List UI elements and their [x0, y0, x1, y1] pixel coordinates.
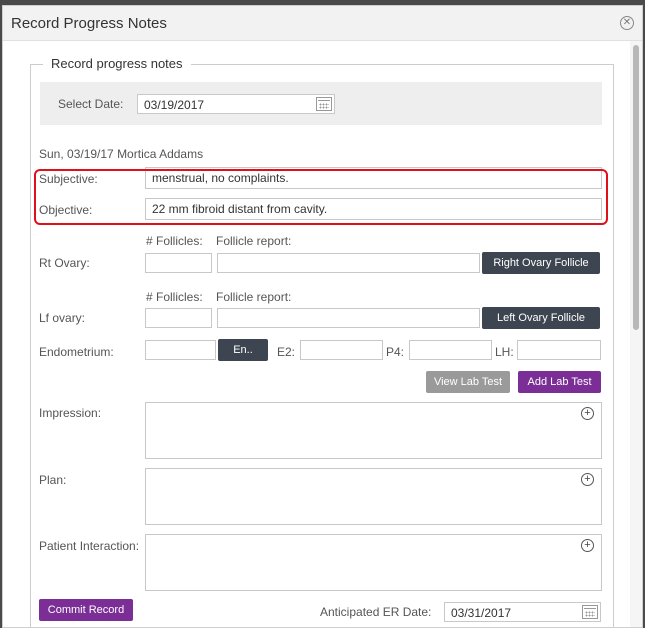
highlight-box: [34, 169, 608, 225]
anticipated-er-date-input[interactable]: 03/31/2017: [444, 602, 601, 622]
lf-ovary-label: Lf ovary:: [39, 311, 86, 325]
endometrium-options-button[interactable]: En..: [218, 339, 268, 361]
right-ovary-follicle-button[interactable]: Right Ovary Follicle: [482, 252, 600, 274]
impression-textarea[interactable]: +: [145, 402, 602, 459]
anticipated-er-date-label: Anticipated ER Date:: [320, 605, 432, 619]
calendar-icon[interactable]: [316, 97, 332, 111]
left-ovary-follicle-button[interactable]: Left Ovary Follicle: [482, 307, 600, 329]
rt-ovary-label: Rt Ovary:: [39, 256, 90, 270]
patient-visit-line: Sun, 03/19/17 Mortica Addams: [39, 147, 204, 161]
p4-input[interactable]: [409, 340, 492, 360]
calendar-icon[interactable]: [582, 605, 598, 619]
e2-label: E2:: [277, 345, 296, 359]
add-lab-test-button[interactable]: Add Lab Test: [518, 371, 601, 393]
plan-textarea[interactable]: +: [145, 468, 602, 525]
scrollbar-thumb[interactable]: [633, 45, 639, 330]
rt-follicles-label: # Follicles:: [146, 234, 203, 248]
e2-input[interactable]: [300, 340, 383, 360]
vertical-scrollbar[interactable]: [630, 41, 642, 627]
rt-follicle-report-label: Follicle report:: [216, 234, 292, 248]
endometrium-input[interactable]: [145, 340, 216, 360]
lf-follicles-label: # Follicles:: [146, 290, 203, 304]
date-selector-bar: Select Date: 03/19/2017: [40, 82, 602, 125]
view-lab-test-button[interactable]: View Lab Test: [426, 371, 510, 393]
rt-follicle-report-input[interactable]: [217, 253, 480, 273]
add-circle-icon[interactable]: +: [581, 407, 594, 420]
lf-follicles-input[interactable]: [145, 308, 212, 328]
rt-follicles-input[interactable]: [145, 253, 212, 273]
lf-follicle-report-label: Follicle report:: [216, 290, 292, 304]
fieldset-legend: Record progress notes: [43, 56, 191, 71]
lf-follicle-report-input[interactable]: [217, 308, 480, 328]
close-icon[interactable]: ✕: [620, 16, 634, 30]
dialog-titlebar: Record Progress Notes ✕: [3, 6, 642, 41]
p4-label: P4:: [386, 345, 405, 359]
impression-label: Impression:: [39, 406, 102, 420]
lh-label: LH:: [495, 345, 514, 359]
lh-input[interactable]: [517, 340, 601, 360]
patient-interaction-label: Patient Interaction:: [39, 539, 140, 553]
commit-record-button[interactable]: Commit Record: [39, 599, 133, 621]
patient-interaction-textarea[interactable]: +: [145, 534, 602, 591]
add-circle-icon[interactable]: +: [581, 473, 594, 486]
plan-label: Plan:: [39, 473, 67, 487]
add-circle-icon[interactable]: +: [581, 539, 594, 552]
record-progress-notes-dialog: Record Progress Notes ✕ Record progress …: [2, 5, 643, 628]
dialog-title: Record Progress Notes: [11, 15, 167, 32]
endometrium-label: Endometrium:: [39, 345, 114, 359]
select-date-label: Select Date:: [58, 97, 124, 111]
select-date-input[interactable]: 03/19/2017: [137, 94, 335, 114]
